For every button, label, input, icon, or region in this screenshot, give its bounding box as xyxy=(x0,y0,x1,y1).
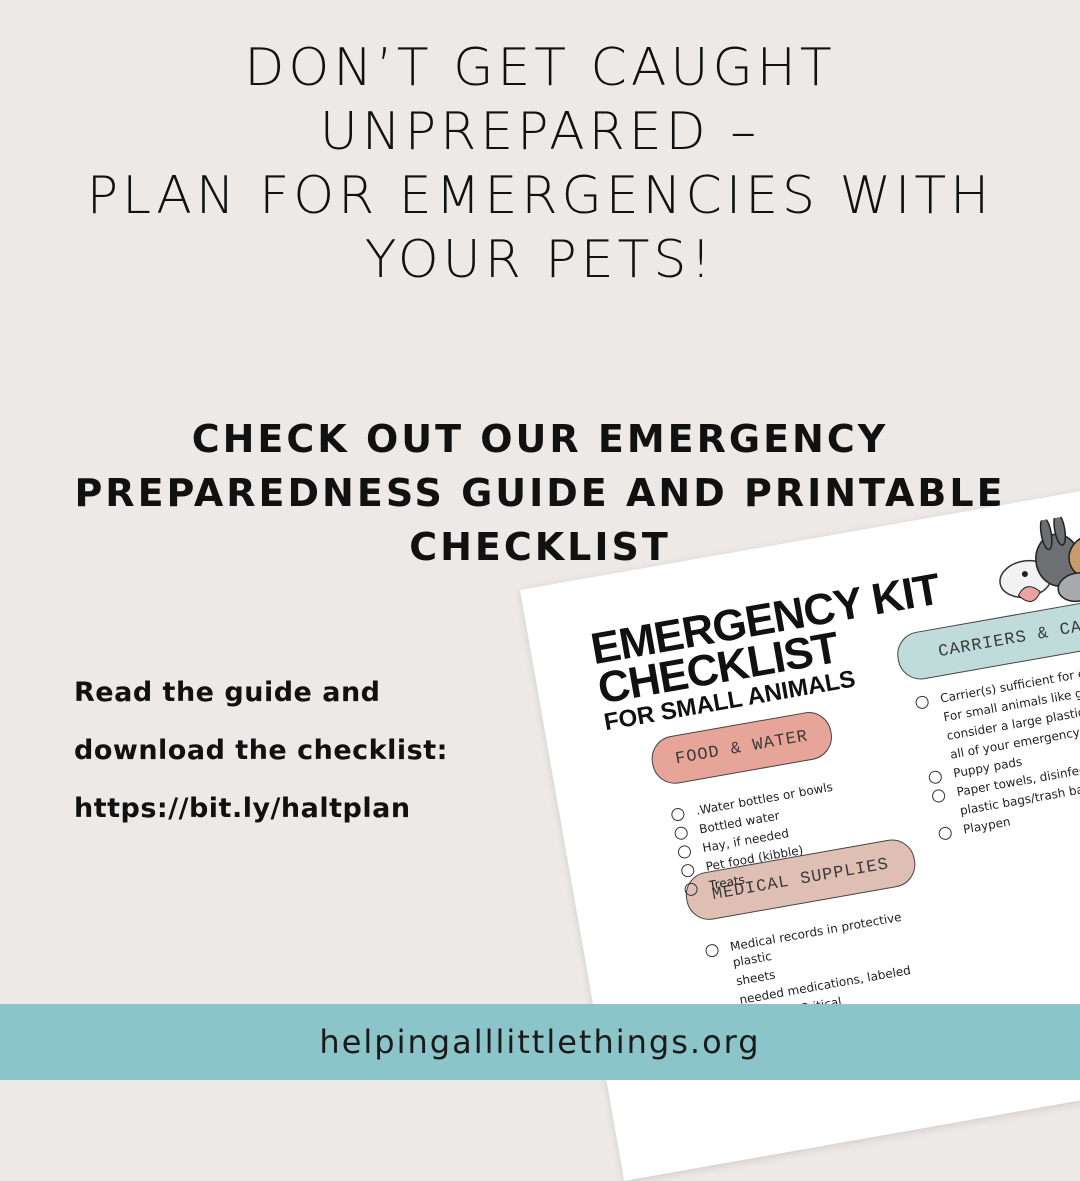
headline: DON’T GET CAUGHT UNPREPARED – PLAN FOR E… xyxy=(40,36,1040,292)
checkbox-circle-icon xyxy=(683,881,699,897)
headline-line: PLAN FOR EMERGENCIES WITH xyxy=(86,166,994,226)
footer-bar: helpingalllittlethings.org xyxy=(0,1004,1080,1080)
checkbox-circle-icon xyxy=(914,694,930,710)
checkbox-circle-icon xyxy=(927,769,943,785)
cta-line-2: download the checklist: xyxy=(74,735,448,766)
checkbox-circle-icon xyxy=(937,825,953,841)
checkbox-circle-icon xyxy=(676,844,693,860)
small-animals-illustration-icon xyxy=(999,512,1080,603)
guide-link[interactable]: https://bit.ly/haltplan xyxy=(74,793,411,824)
checkbox-circle-icon xyxy=(670,806,686,823)
checkbox-circle-icon xyxy=(673,825,689,841)
subheadline-line: CHECK OUT OUR EMERGENCY xyxy=(191,417,889,461)
checkbox-circle-icon xyxy=(680,863,696,879)
footer-website: helpingalllittlethings.org xyxy=(319,1023,761,1061)
subheadline-line: PREPAREDNESS GUIDE AND PRINTABLE xyxy=(74,471,1006,515)
headline-line: UNPREPARED – xyxy=(319,102,761,162)
checkbox-circle-icon xyxy=(931,788,947,804)
call-to-action: Read the guide and download the checklis… xyxy=(74,664,534,838)
headline-line: YOUR PETS! xyxy=(364,230,716,290)
cta-line-1: Read the guide and xyxy=(74,677,381,708)
headline-line: DON’T GET CAUGHT xyxy=(244,38,836,98)
checkbox-circle-icon xyxy=(704,943,720,959)
